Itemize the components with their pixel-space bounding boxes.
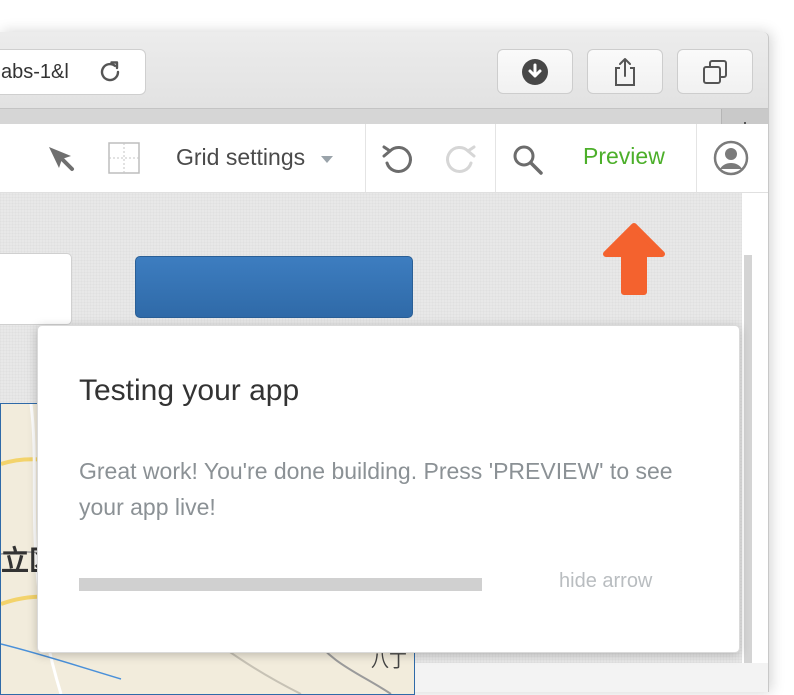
reload-icon[interactable]	[97, 59, 123, 85]
toolbar-divider	[495, 124, 496, 192]
grid-settings-label: Grid settings	[176, 144, 306, 170]
share-icon	[615, 57, 635, 86]
download-icon	[522, 58, 548, 85]
popover-title: Testing your app	[79, 374, 300, 407]
share-button[interactable]	[587, 49, 663, 94]
grid-settings-dropdown[interactable]: Grid settings	[176, 144, 334, 171]
preview-button[interactable]: Preview	[583, 143, 665, 170]
browser-toolbar: abs-1&l	[0, 32, 768, 109]
arrow-up-icon	[603, 223, 665, 295]
progress-fill	[79, 578, 482, 591]
grid-icon[interactable]	[108, 142, 140, 174]
tabs-icon	[703, 59, 727, 84]
show-tabs-button[interactable]	[677, 49, 753, 94]
download-button[interactable]	[497, 49, 573, 94]
search-icon[interactable]	[511, 143, 545, 177]
user-avatar-icon[interactable]	[713, 140, 749, 176]
redo-icon[interactable]	[444, 142, 478, 176]
canvas-widget[interactable]	[0, 253, 72, 325]
app-toolbar: Grid settings Preview	[0, 124, 768, 193]
select-pointer-icon[interactable]	[46, 144, 76, 174]
address-bar[interactable]: abs-1&l	[0, 49, 146, 95]
canvas-button-widget[interactable]	[135, 256, 413, 318]
popover-body: Great work! You're done building. Press …	[79, 458, 673, 520]
tutorial-progress-bar	[79, 578, 482, 591]
url-text: abs-1&l	[1, 61, 69, 83]
toolbar-divider	[365, 124, 366, 192]
undo-icon[interactable]	[380, 142, 414, 176]
scrollbar[interactable]	[744, 255, 752, 663]
chevron-down-icon	[320, 155, 333, 163]
tutorial-popover: Testing your app Great work! You're done…	[37, 325, 740, 653]
toolbar-divider	[696, 124, 697, 192]
hide-arrow-link[interactable]: hide arrow	[559, 570, 652, 593]
